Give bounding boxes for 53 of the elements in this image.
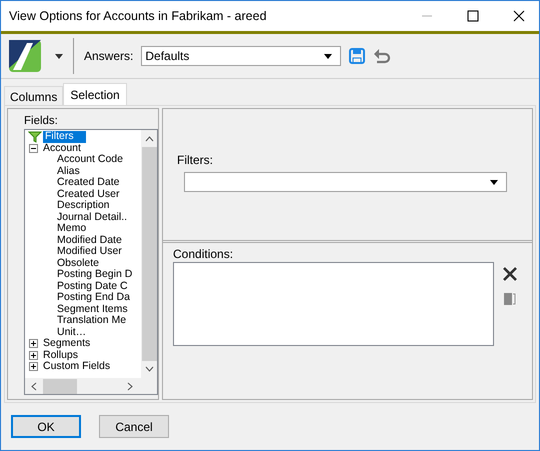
window-title: View Options for Accounts in Fabrikam - areed (9, 9, 268, 23)
tree-item[interactable]: Posting End Da (55, 292, 132, 304)
tree-item[interactable]: Account Code (55, 154, 125, 166)
dialog-button[interactable]: OK (11, 415, 81, 438)
conditions-list[interactable] (173, 262, 494, 346)
dialog-button[interactable]: Cancel (99, 415, 169, 438)
tree-item[interactable]: Posting Begin D (55, 269, 134, 280)
vertical-scrollbar[interactable] (141, 130, 157, 378)
tree-item[interactable]: Translation Me (55, 315, 128, 326)
tree-item[interactable]: Obsolete (55, 258, 102, 269)
tree-item[interactable]: Alias (55, 166, 82, 177)
filters-label: Filters: (177, 153, 214, 167)
delete-icon[interactable] (502, 266, 518, 282)
save-icon[interactable] (349, 48, 366, 64)
expand-icon[interactable] (29, 362, 41, 372)
expand-icon[interactable] (29, 350, 41, 360)
collapse-icon[interactable] (29, 144, 41, 153)
tree-item[interactable]: Modified Date (55, 234, 124, 246)
tree-item[interactable]: Posting Date C (55, 280, 130, 292)
caret-icon[interactable] (490, 180, 498, 184)
tree-item[interactable]: Unit… (55, 326, 88, 338)
tree-item[interactable]: Filters (43, 131, 86, 142)
scroll-left-icon[interactable] (31, 382, 37, 390)
dropdown-caret-icon[interactable] (55, 54, 63, 58)
conditions-label: Conditions: (173, 247, 234, 261)
scroll-right-icon[interactable] (127, 382, 133, 390)
answers-label: Answers: (84, 49, 134, 63)
tree-item[interactable]: Custom Fields (41, 361, 112, 372)
undo-icon[interactable] (373, 48, 392, 64)
tree-item[interactable]: Description (55, 200, 112, 212)
tree-item[interactable]: Journal Detail.. (55, 212, 130, 223)
tree-item[interactable]: Modified User (55, 246, 124, 258)
maximize-icon[interactable] (467, 10, 479, 22)
tree-item[interactable]: Created User (55, 188, 122, 200)
close-icon[interactable] (513, 10, 525, 22)
answers-dropdown[interactable]: Defaults (141, 46, 342, 66)
tree-item[interactable]: Account (41, 142, 83, 154)
tree-item[interactable]: Segments (41, 338, 92, 350)
expand-icon[interactable] (29, 339, 41, 348)
tree-item[interactable]: Rollups (41, 350, 80, 361)
logo-icon[interactable] (9, 40, 41, 72)
tab[interactable]: Columns (4, 86, 64, 105)
scroll-down-icon[interactable] (144, 366, 154, 372)
horizontal-scrollbar[interactable] (25, 378, 157, 394)
scroll-up-icon[interactable] (144, 136, 154, 142)
tree-item[interactable]: Segment Items (55, 304, 130, 315)
fields-label: Fields: (24, 115, 59, 127)
tab[interactable]: Selection (63, 83, 127, 105)
tree-item[interactable]: Memo (55, 223, 88, 234)
funnel-icon (28, 130, 42, 143)
caret-icon[interactable] (324, 54, 332, 58)
tree-item[interactable]: Created Date (55, 177, 122, 188)
bracket-icon[interactable] (503, 292, 517, 306)
